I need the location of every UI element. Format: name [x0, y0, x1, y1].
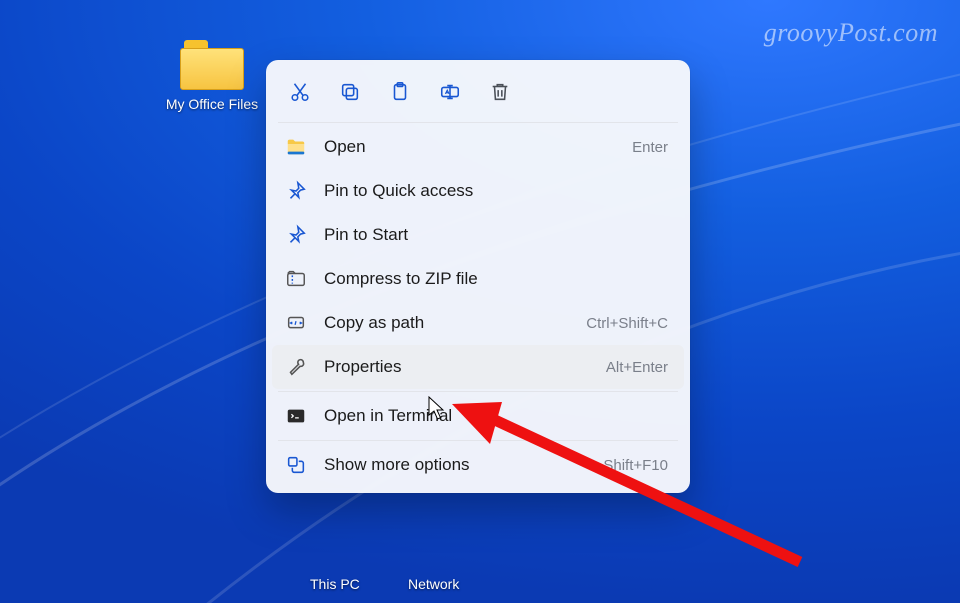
- zip-icon: [284, 267, 308, 291]
- menu-item-copy-as-path[interactable]: Copy as path Ctrl+Shift+C: [272, 301, 684, 345]
- menu-item-label: Pin to Quick access: [324, 181, 652, 201]
- menu-item-label: Pin to Start: [324, 225, 652, 245]
- cut-button[interactable]: [282, 74, 318, 110]
- annotation-arrow: [440, 392, 820, 572]
- rename-button[interactable]: [432, 74, 468, 110]
- context-menu-top-row: [272, 70, 684, 120]
- open-folder-icon: [284, 135, 308, 159]
- delete-button[interactable]: [482, 74, 518, 110]
- menu-item-shortcut: Ctrl+Shift+C: [586, 315, 668, 332]
- watermark-text: groovyPost.com: [764, 18, 938, 48]
- menu-item-label: Properties: [324, 357, 590, 377]
- desktop-folder-my-office-files[interactable]: My Office Files: [152, 40, 272, 114]
- pin-icon: [284, 179, 308, 203]
- menu-item-label: Open: [324, 137, 616, 157]
- folder-icon: [180, 40, 244, 90]
- cut-icon: [289, 81, 311, 103]
- delete-icon: [489, 81, 511, 103]
- separator: [278, 122, 678, 123]
- paste-icon: [389, 81, 411, 103]
- copy-path-icon: [284, 311, 308, 335]
- menu-item-pin-quick-access[interactable]: Pin to Quick access: [272, 169, 684, 213]
- desktop[interactable]: groovyPost.com My Office Files This PC N…: [0, 0, 960, 603]
- menu-item-properties[interactable]: Properties Alt+Enter: [272, 345, 684, 389]
- menu-item-label: Compress to ZIP file: [324, 269, 652, 289]
- copy-icon: [339, 81, 361, 103]
- paste-button[interactable]: [382, 74, 418, 110]
- desktop-icon-network-label[interactable]: Network: [408, 576, 459, 592]
- rename-icon: [439, 81, 461, 103]
- desktop-icon-this-pc-label[interactable]: This PC: [310, 576, 360, 592]
- pin-icon: [284, 223, 308, 247]
- properties-icon: [284, 355, 308, 379]
- show-more-icon: [284, 453, 308, 477]
- terminal-icon: [284, 404, 308, 428]
- desktop-folder-label: My Office Files: [152, 96, 272, 114]
- menu-item-pin-start[interactable]: Pin to Start: [272, 213, 684, 257]
- menu-item-open[interactable]: Open Enter: [272, 125, 684, 169]
- menu-item-compress-zip[interactable]: Compress to ZIP file: [272, 257, 684, 301]
- menu-item-shortcut: Alt+Enter: [606, 359, 668, 376]
- menu-item-label: Copy as path: [324, 313, 570, 333]
- copy-button[interactable]: [332, 74, 368, 110]
- menu-item-shortcut: Enter: [632, 139, 668, 156]
